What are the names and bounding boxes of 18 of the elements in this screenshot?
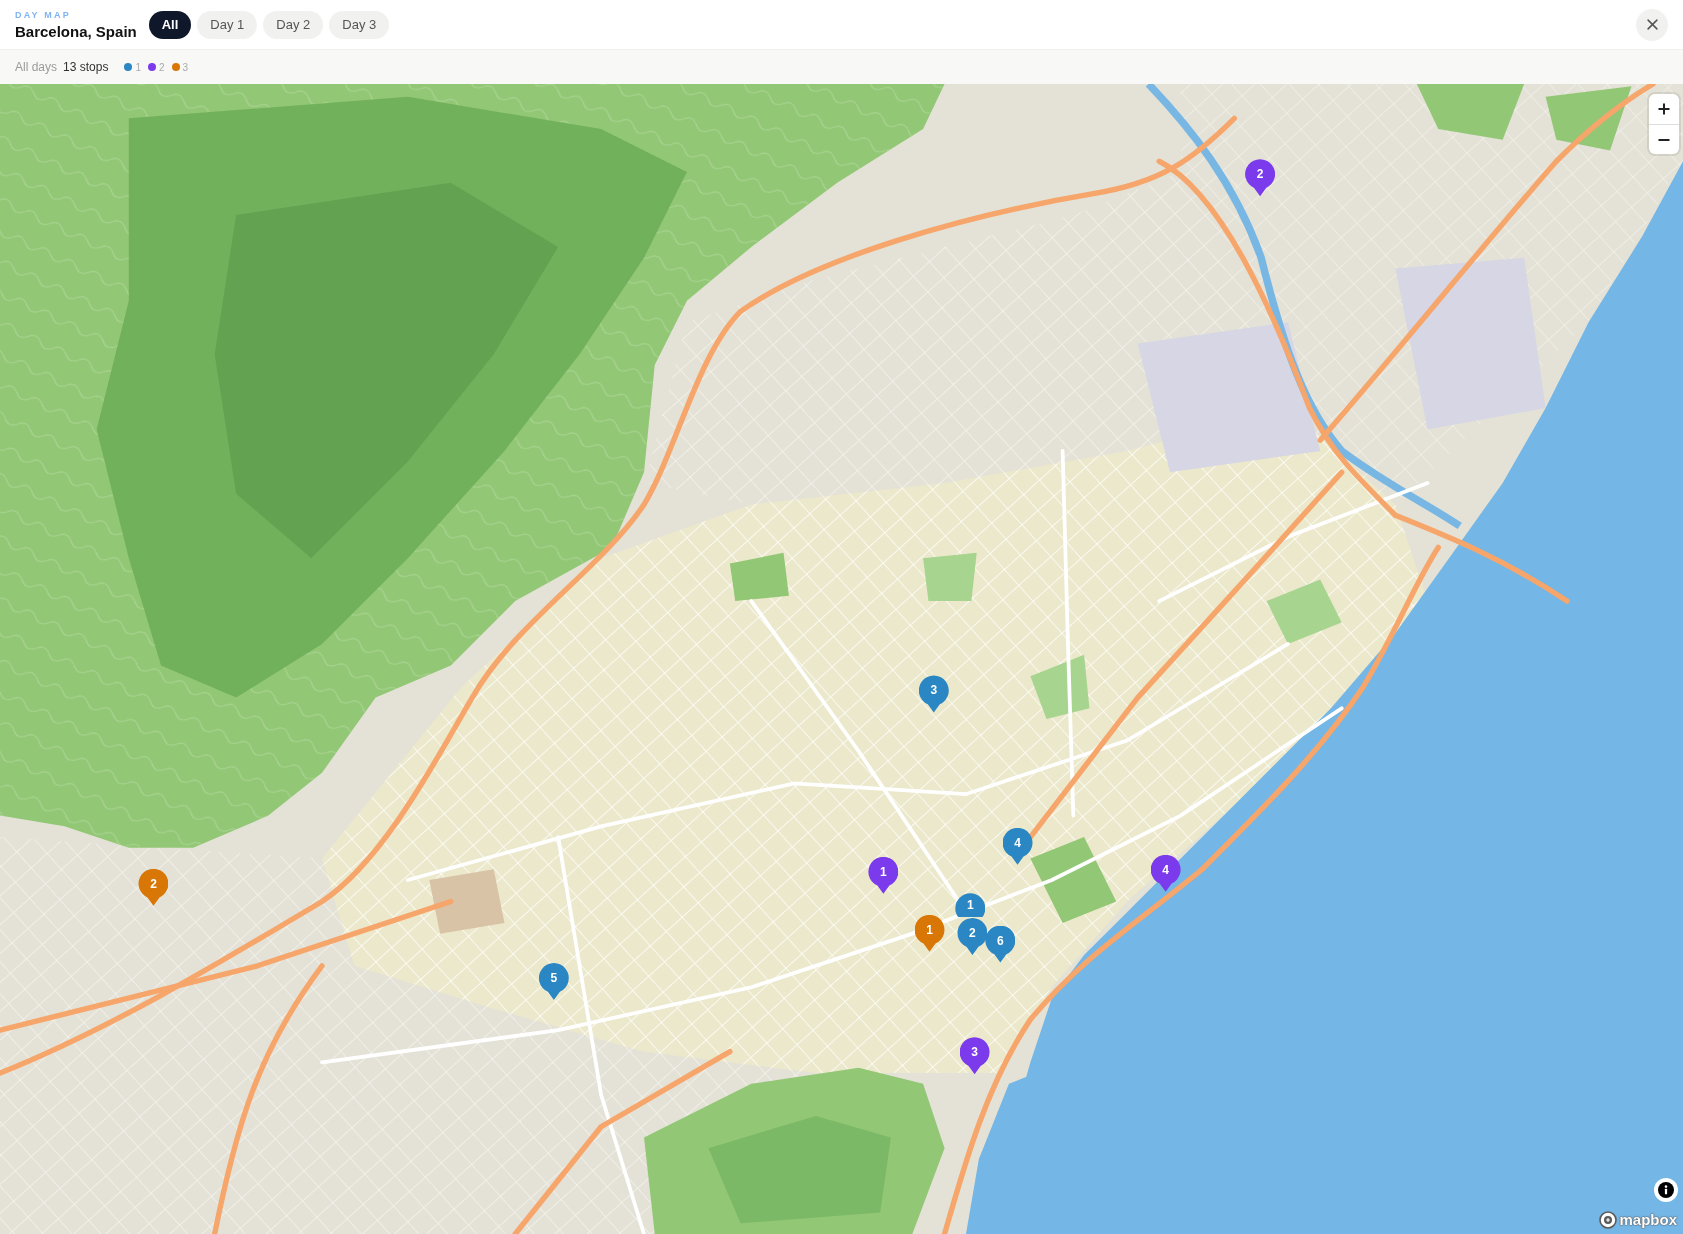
stop-count: 13 stops [63,60,109,74]
logo-icon [1599,1211,1618,1229]
day-tab[interactable]: Day 2 [263,10,324,39]
day-tab[interactable]: All [148,10,192,39]
legend-label: 3 [182,61,189,73]
close-icon [1646,19,1658,30]
plus-icon [1658,103,1670,115]
info-icon [1658,1182,1674,1198]
day-tab[interactable]: Day 1 [197,10,258,39]
logo-link[interactable]: mapbox [1599,1211,1677,1229]
day-tab[interactable]: Day 3 [329,10,390,39]
page-title: Barcelona, Spain [15,23,137,41]
legend-label: 2 [158,61,165,73]
close-button[interactable] [1636,8,1668,41]
scope-label: All days [15,60,58,74]
minus-icon [1658,138,1670,141]
eyebrow-label: DAY MAP [15,10,72,20]
legend-label: 1 [135,61,141,73]
